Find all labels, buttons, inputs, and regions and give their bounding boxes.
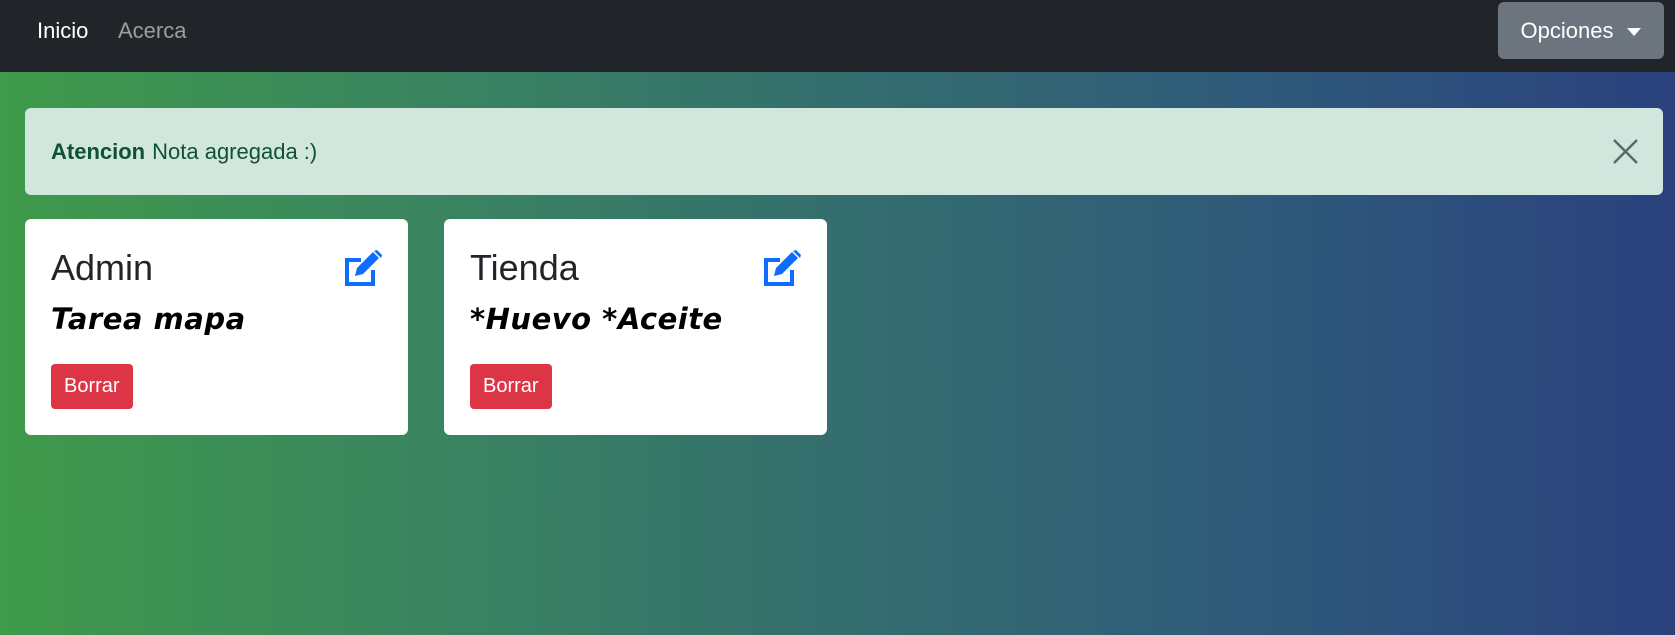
note-card: Tienda *Huevo *Aceite Borrar	[444, 219, 827, 435]
note-text: Tarea mapa	[51, 302, 246, 336]
edit-icon[interactable]	[341, 250, 383, 288]
caret-down-icon	[1627, 27, 1642, 36]
options-label: Opciones	[1520, 17, 1614, 43]
options-dropdown-button[interactable]: Opciones	[1498, 2, 1664, 59]
navbar: Inicio Acerca Opciones	[0, 0, 1675, 72]
edit-icon[interactable]	[760, 250, 802, 288]
note-card: Admin Tarea mapa Borrar	[25, 219, 408, 435]
nav-link-inicio[interactable]: Inicio	[37, 20, 88, 42]
note-text: *Huevo *Aceite	[470, 302, 723, 336]
alert-message: Nota agregada :)	[152, 138, 318, 164]
success-alert: Atencion Nota agregada :)	[25, 108, 1663, 195]
note-title: Tienda	[470, 247, 579, 288]
delete-button[interactable]: Borrar	[51, 364, 133, 409]
close-icon[interactable]	[1612, 138, 1639, 165]
delete-button[interactable]: Borrar	[470, 364, 552, 409]
note-title: Admin	[51, 247, 154, 288]
alert-strong: Atencion	[51, 138, 146, 164]
nav-link-acerca[interactable]: Acerca	[118, 20, 186, 42]
